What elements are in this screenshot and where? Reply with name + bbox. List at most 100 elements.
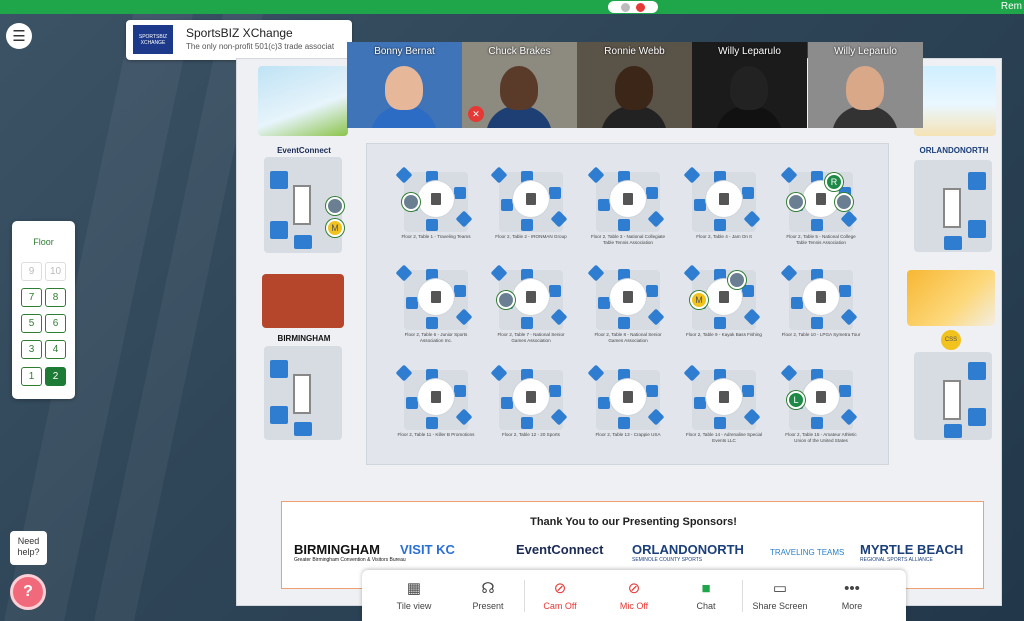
video-tile[interactable]: Chuck Brakes ✕ <box>462 42 577 128</box>
video-tile[interactable]: Bonny Bernat <box>347 42 462 128</box>
table-label: Floor 2, Table 5 - National College Tabl… <box>786 234 856 245</box>
floor-button: 10 <box>45 262 66 281</box>
table[interactable]: Floor 2, Table 7 - National Senior Games… <box>490 264 571 351</box>
table[interactable]: Floor 2, Table 2 - IRONMAN Group <box>490 166 571 253</box>
participant-name: Ronnie Webb <box>604 46 665 57</box>
cam-icon: ⊘ <box>553 579 567 597</box>
floor-title: Floor <box>33 237 54 247</box>
attendee-avatar[interactable] <box>787 193 805 211</box>
table-label: Floor 2, Table 6 - Junior Sports Associa… <box>404 332 468 343</box>
floor-button[interactable]: 8 <box>45 288 66 307</box>
participant-face <box>385 66 423 110</box>
table[interactable]: Floor 2, Table 4 - Jam On It <box>683 166 764 253</box>
table[interactable]: Floor 2, Table 11 - Killer B Promotions <box>395 364 476 451</box>
question-icon: ? <box>23 583 33 600</box>
table-screen <box>431 391 441 403</box>
table-label: Floor 2, Table 13 - Crappie USA <box>595 432 661 437</box>
cam-button[interactable]: ⊘ Cam Off <box>524 570 596 621</box>
beach-illustration <box>914 66 996 136</box>
attendee-avatar[interactable]: M <box>690 291 708 309</box>
recording-controls[interactable] <box>608 1 658 13</box>
floor-button[interactable]: 4 <box>45 340 66 359</box>
table-label: Floor 2, Table 12 - 20 Sports <box>502 432 560 437</box>
sponsor-logo-subtext: Greater Birmingham Convention & Visitors… <box>294 557 406 563</box>
video-tile[interactable]: Willy Leparulo <box>692 42 807 128</box>
table-label: Floor 2, Table 4 - Jam On It <box>696 234 752 239</box>
table[interactable]: Floor 2, Table 8 - National Senior Games… <box>587 264 668 351</box>
tile-button[interactable]: ▦ Tile view <box>378 570 450 621</box>
video-tile[interactable]: Ronnie Webb <box>577 42 692 128</box>
floor-button[interactable]: 2 <box>45 367 66 386</box>
css-badge: CSS <box>941 330 961 350</box>
more-button[interactable]: ••• More <box>816 570 888 621</box>
booth-screen <box>943 188 961 228</box>
share-icon: ▭ <box>772 579 788 597</box>
hamburger-menu-button[interactable]: ☰ <box>6 23 32 49</box>
sponsor-logo-text: EventConnect <box>516 542 604 557</box>
table-screen <box>816 391 826 403</box>
pencil-icon[interactable] <box>621 2 630 12</box>
share-label: Share Screen <box>752 600 808 611</box>
cam-label: Cam Off <box>543 600 577 611</box>
attendee-avatar[interactable] <box>835 193 853 211</box>
meeting-controls: ▦ Tile view ☊ Present ⊘ Cam Off ⊘ Mic Off ■ Chat ▭… <box>362 570 906 621</box>
attendee-avatar[interactable]: M <box>326 219 344 237</box>
table[interactable]: Floor 2, Table 3 - National Collegiate T… <box>587 166 668 253</box>
table[interactable]: Floor 2, Table 9 - Kayak Bass Fishing M <box>683 264 764 351</box>
help-button[interactable]: ? <box>10 574 46 610</box>
chat-button[interactable]: ■ Chat <box>670 570 742 621</box>
floor-button[interactable]: 5 <box>21 314 42 333</box>
attendee-avatar[interactable]: L <box>787 391 805 409</box>
table[interactable]: Floor 2, Table 5 - National College Tabl… <box>780 166 861 253</box>
participant-name: Willy Leparulo <box>834 46 897 57</box>
stop-record-icon[interactable] <box>636 2 645 12</box>
table[interactable]: Floor 2, Table 6 - Junior Sports Associa… <box>395 264 476 351</box>
table-label: Floor 2, Table 1 - Traveling Teams <box>401 234 471 239</box>
attendee-avatar[interactable] <box>326 197 344 215</box>
birmingham-booth[interactable] <box>264 346 342 440</box>
participant-face <box>730 66 768 110</box>
floor-button[interactable]: 3 <box>21 340 42 359</box>
table-label: Floor 2, Table 2 - IRONMAN Group <box>495 234 567 239</box>
table-screen <box>816 193 826 205</box>
table[interactable]: Floor 2, Table 14 - Adrenaline Special E… <box>683 364 764 451</box>
share-button[interactable]: ▭ Share Screen <box>744 570 816 621</box>
table[interactable]: Floor 2, Table 13 - Crappie USA <box>587 364 668 451</box>
table-screen <box>526 291 536 303</box>
table-screen <box>526 391 536 403</box>
floor-button[interactable]: 7 <box>21 288 42 307</box>
video-tile[interactable]: Willy Leparulo <box>808 42 923 128</box>
table[interactable]: Floor 2, Table 15 - Amateur Athletic Uni… <box>780 364 861 451</box>
eventconnect-booth[interactable]: M <box>264 157 344 253</box>
attendee-avatar[interactable] <box>402 193 420 211</box>
attendee-avatar[interactable]: R <box>825 173 843 191</box>
mic-muted-icon: ✕ <box>468 106 484 122</box>
table[interactable]: Floor 2, Table 12 - 20 Sports <box>490 364 571 451</box>
attendee-avatar[interactable] <box>728 271 746 289</box>
table[interactable]: Floor 2, Table 1 - Traveling Teams <box>395 166 476 253</box>
table[interactable]: Floor 2, Table 10 - LPGA Symetra Tour <box>780 264 861 351</box>
floor-button[interactable]: 6 <box>45 314 66 333</box>
attendee-avatar[interactable] <box>497 291 515 309</box>
sponsor-logo-subtext: REGIONAL SPORTS ALLIANCE <box>860 557 933 563</box>
table-screen <box>526 193 536 205</box>
table-label: Floor 2, Table 7 - National Senior Games… <box>497 332 565 343</box>
table-label: Floor 2, Table 9 - Kayak Bass Fishing <box>685 332 762 337</box>
css-booth[interactable] <box>914 352 992 440</box>
event-logo: SPORTSBIZ XCHANGE <box>133 25 173 54</box>
floor-button[interactable]: 1 <box>21 367 42 386</box>
mic-icon: ⊘ <box>627 579 641 597</box>
table-label: Floor 2, Table 3 - National Collegiate T… <box>590 234 666 245</box>
mic-button[interactable]: ⊘ Mic Off <box>598 570 670 621</box>
present-icon: ☊ <box>481 579 495 597</box>
birmingham-label: BIRMINGHAM <box>277 334 331 343</box>
lightbulb-illustration <box>907 270 995 326</box>
floor-selector: Floor 9 10 7 8 5 6 3 4 1 2 <box>12 221 75 399</box>
present-button[interactable]: ☊ Present <box>452 570 524 621</box>
present-label: Present <box>472 600 504 611</box>
orlando-north-booth[interactable] <box>914 160 992 252</box>
event-header: SPORTSBIZ XCHANGE SportsBIZ XChange The … <box>126 20 352 60</box>
chat-label: Chat <box>696 600 716 611</box>
chat-icon: ■ <box>701 579 711 597</box>
more-icon: ••• <box>844 579 860 597</box>
